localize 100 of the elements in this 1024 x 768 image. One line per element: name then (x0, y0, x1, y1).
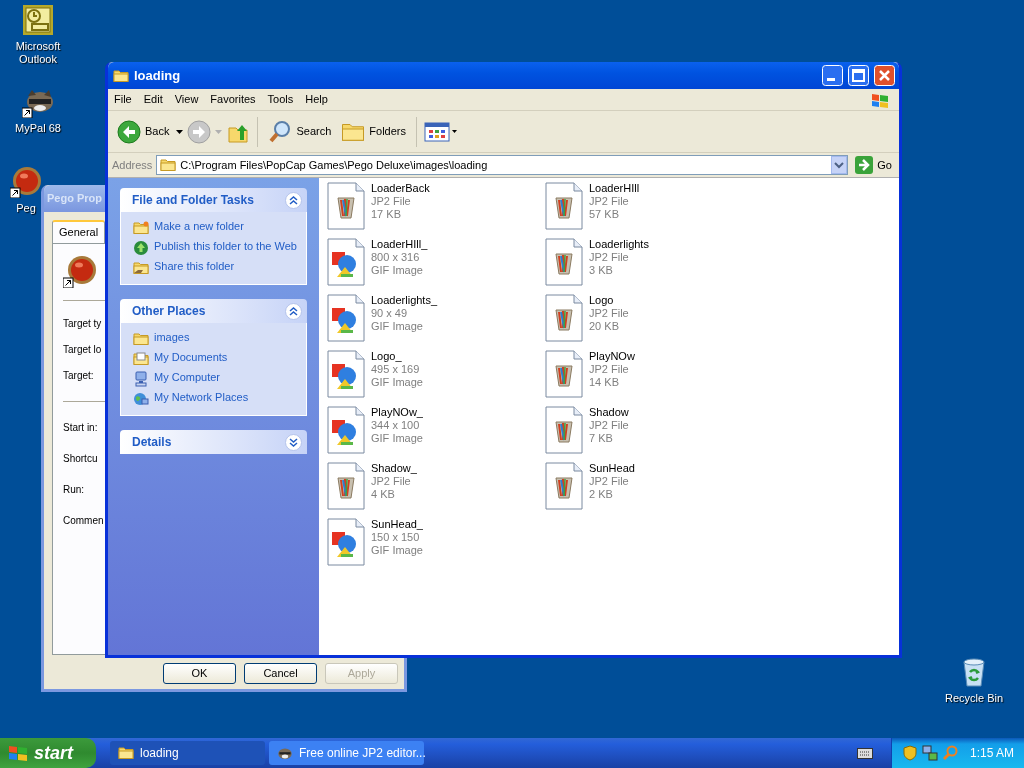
file-name: SunHead_ (371, 518, 423, 531)
image-file-icon (327, 350, 365, 398)
address-field[interactable]: C:\Program Files\PopCap Games\Pego Deluxe\images\loading (156, 155, 849, 175)
go-button[interactable]: Go (852, 154, 895, 176)
image-entry[interactable]: PlayNOw_ 344 x 100 GIF Image (327, 406, 545, 462)
panel-header[interactable]: Other Places (120, 299, 307, 323)
search-button[interactable]: Search (265, 117, 335, 146)
file-entry[interactable]: Shadow JP2 File 7 KB (545, 406, 763, 462)
file-entry[interactable]: LoaderHIll JP2 File 57 KB (545, 182, 763, 238)
icon-label[interactable]: Microsoft Outlook (0, 40, 76, 66)
collapse-button[interactable] (285, 433, 302, 451)
shared-folder-icon (133, 260, 149, 276)
taskbar-button[interactable]: Free online JP2 editor... (269, 741, 424, 765)
file-entry[interactable]: PlayNOw JP2 File 14 KB (545, 350, 763, 406)
task-link[interactable]: images (133, 331, 298, 347)
file-detail: 57 KB (589, 208, 620, 221)
network-icon[interactable] (921, 745, 938, 761)
file-detail: 4 KB (371, 488, 396, 501)
task-link[interactable]: Make a new folder (133, 220, 298, 236)
file-entry[interactable]: Shadow_ JP2 File 4 KB (327, 462, 545, 518)
clock: 1:15 AM (969, 745, 1014, 762)
chevron-up-icon[interactable] (289, 306, 298, 316)
image-entry[interactable]: Loaderlights_ 90 x 49 GIF Image (327, 294, 545, 350)
collapse-button[interactable] (285, 191, 302, 209)
file-entry[interactable]: Loaderlights JP2 File 3 KB (545, 238, 763, 294)
panel-header[interactable]: Details (120, 430, 307, 454)
menu-item[interactable]: Edit (137, 91, 169, 108)
image-entry[interactable]: Logo_ 495 x 169 GIF Image (327, 350, 545, 406)
file-detail: JP2 File (589, 251, 630, 264)
close-button[interactable] (874, 65, 895, 86)
documents-icon (133, 351, 149, 367)
maximize-button[interactable] (848, 65, 869, 86)
taskbar-button[interactable]: loading (110, 741, 265, 765)
file-detail: GIF Image (371, 264, 424, 277)
file-detail: 7 KB (589, 432, 614, 445)
file-icon (545, 238, 583, 286)
file-entry[interactable]: LoaderBack JP2 File 17 KB (327, 182, 545, 238)
folder-icon (118, 745, 134, 761)
menu-item[interactable]: View (168, 91, 205, 108)
file-icon (545, 406, 583, 454)
file-entry[interactable]: SunHead JP2 File 2 KB (545, 462, 763, 518)
file-name: Logo_ (371, 350, 403, 363)
collapse-button[interactable] (285, 302, 302, 320)
file-icon (327, 462, 365, 510)
windows-flag-icon (8, 744, 28, 762)
file-name: Logo (589, 294, 615, 307)
file-name: PlayNOw (589, 350, 635, 363)
field-label: Target lo (63, 343, 102, 357)
shield-icon[interactable] (901, 745, 918, 761)
image-entry[interactable]: LoaderHIll_ 800 x 316 GIF Image (327, 238, 545, 294)
computer-icon (133, 371, 149, 387)
field-label: Commen (63, 513, 104, 528)
field-label: Target ty (63, 317, 102, 331)
file-name: LoaderHIll_ (371, 238, 428, 251)
icon-label[interactable]: Peg (16, 202, 36, 215)
menu-item[interactable]: File (108, 91, 138, 108)
tab[interactable]: General (52, 220, 106, 243)
dialog-button[interactable]: Cancel (244, 662, 317, 684)
chevron-down-icon[interactable] (289, 437, 298, 447)
folder-icon (113, 67, 129, 84)
views-icon[interactable] (424, 120, 458, 143)
task-link[interactable]: My Network Places (133, 391, 298, 407)
file-detail: JP2 File (371, 195, 412, 208)
file-name: LoaderHIll (589, 182, 640, 195)
keyboard-icon[interactable] (856, 747, 873, 759)
file-detail: 3 KB (589, 264, 614, 277)
file-name: SunHead (589, 462, 635, 475)
back-button[interactable]: Back (114, 117, 173, 146)
file-entry[interactable]: Logo JP2 File 20 KB (545, 294, 763, 350)
menu-item[interactable]: Tools (261, 91, 300, 108)
chevron-up-icon[interactable] (289, 195, 298, 205)
dropdown-icon[interactable] (831, 156, 848, 174)
file-detail: 20 KB (589, 320, 620, 333)
task-link[interactable]: Share this folder (133, 260, 298, 276)
icon-label[interactable]: Recycle Bin (944, 692, 1004, 705)
image-file-icon (327, 294, 365, 342)
file-icon (545, 350, 583, 398)
task-link[interactable]: Publish this folder to the Web (133, 240, 298, 256)
file-name: Shadow (589, 406, 629, 419)
folders-button[interactable]: Folders (338, 117, 409, 146)
icon-label[interactable]: MyPal 68 (15, 122, 61, 135)
folder-icon (160, 157, 177, 173)
file-detail: JP2 File (589, 475, 630, 488)
window-title: Pego Prop (47, 191, 102, 207)
menu-item[interactable]: Favorites (204, 91, 262, 108)
window-title: loading (134, 66, 182, 85)
dialog-button[interactable]: OK (163, 662, 236, 684)
task-link[interactable]: My Documents (133, 351, 298, 367)
menu-item[interactable]: Help (299, 91, 334, 108)
caret-icon[interactable] (176, 129, 184, 134)
minimize-button[interactable] (822, 65, 843, 86)
task-link[interactable]: My Computer (133, 371, 298, 387)
file-name: PlayNOw_ (371, 406, 423, 419)
start-button[interactable]: start (0, 738, 96, 768)
file-detail: GIF Image (371, 432, 423, 445)
file-name: Loaderlights_ (371, 294, 438, 307)
file-detail: GIF Image (371, 544, 423, 557)
panel-header[interactable]: File and Folder Tasks (120, 188, 307, 212)
image-entry[interactable]: SunHead_ 150 x 150 GIF Image (327, 518, 545, 574)
file-detail: 344 x 100 (371, 419, 421, 432)
